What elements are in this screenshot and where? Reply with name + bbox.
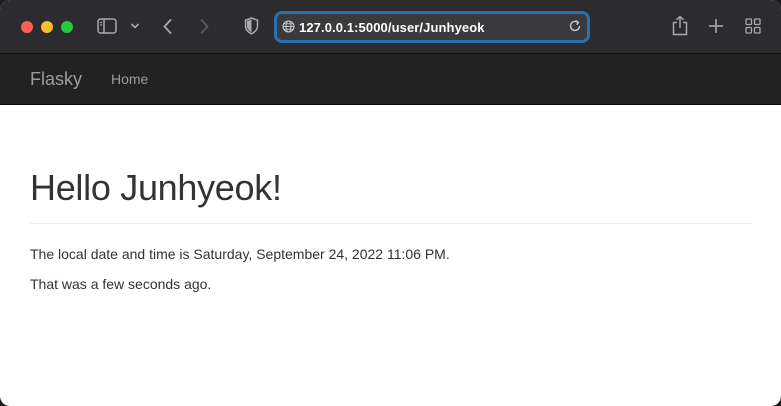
brand-link[interactable]: Flasky bbox=[30, 69, 82, 90]
close-window-button[interactable] bbox=[21, 21, 33, 33]
browser-window: 127.0.0.1:5000/user/Junhyeok Flasky Home… bbox=[0, 0, 781, 406]
forward-arrow-icon[interactable] bbox=[198, 18, 210, 35]
chevron-down-icon[interactable] bbox=[130, 22, 140, 30]
globe-icon bbox=[282, 20, 295, 38]
share-icon[interactable] bbox=[672, 15, 688, 36]
nav-item-home[interactable]: Home bbox=[111, 71, 148, 87]
heading-divider bbox=[30, 223, 751, 224]
back-arrow-icon[interactable] bbox=[162, 18, 174, 35]
url-text[interactable]: 127.0.0.1:5000/user/Junhyeok bbox=[299, 20, 485, 35]
minimize-window-button[interactable] bbox=[41, 21, 53, 33]
reload-icon[interactable] bbox=[568, 19, 582, 38]
sidebar-icon[interactable] bbox=[97, 18, 117, 34]
local-time-text: The local date and time is Saturday, Sep… bbox=[30, 246, 450, 262]
zoom-window-button[interactable] bbox=[61, 21, 73, 33]
tab-grid-icon[interactable] bbox=[745, 18, 761, 34]
address-bar[interactable]: 127.0.0.1:5000/user/Junhyeok bbox=[274, 11, 590, 43]
browser-toolbar: 127.0.0.1:5000/user/Junhyeok bbox=[0, 0, 781, 54]
site-navbar: Flasky Home bbox=[0, 54, 781, 105]
page-title: Hello Junhyeok! bbox=[30, 167, 282, 208]
privacy-shield-icon[interactable] bbox=[244, 17, 259, 35]
relative-time-text: That was a few seconds ago. bbox=[30, 276, 212, 292]
plus-icon[interactable] bbox=[708, 18, 724, 34]
